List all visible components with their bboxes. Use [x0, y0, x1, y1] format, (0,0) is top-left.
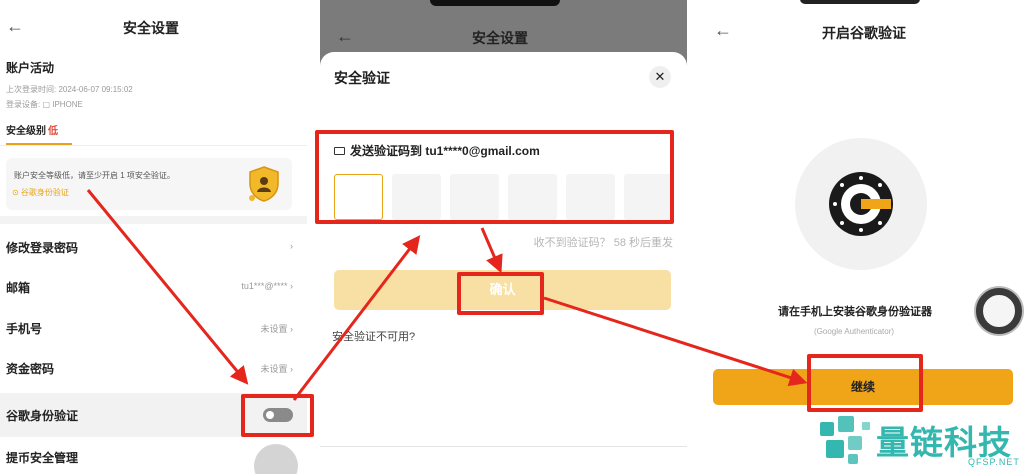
sheet-title: 安全验证: [334, 70, 390, 86]
verification-unavailable-link[interactable]: 安全验证不可用?: [332, 328, 415, 344]
loading-ring-icon: [976, 288, 1022, 334]
verification-screen: ← 安全设置 安全验证 ✕ 发送验证码到 tu1****0@gmail.com …: [320, 0, 687, 474]
verification-sheet: 安全验证 ✕ 发送验证码到 tu1****0@gmail.com 收不到验证码？…: [320, 52, 687, 474]
continue-button[interactable]: 继续: [713, 369, 1013, 405]
page-title: 开启谷歌验证: [822, 25, 906, 41]
back-arrow-icon[interactable]: ←: [336, 26, 354, 47]
send-code-text: 发送验证码到 tu1****0@gmail.com: [350, 144, 540, 158]
otp-digit-1[interactable]: [334, 174, 383, 220]
google-authenticator-icon: [829, 172, 893, 236]
notice-text: 账户安全等级低，请至少开启 1 项安全验证。: [14, 171, 175, 180]
mail-icon: [334, 147, 345, 155]
fund-password-value: 未设置 ›: [260, 364, 294, 374]
row-label: 邮箱: [6, 281, 31, 295]
otp-digit-6[interactable]: [624, 174, 673, 220]
section-gap: [0, 216, 307, 224]
last-login-time: 上次登录时间: 2024-06-07 09:15:02: [6, 85, 133, 94]
security-level-label: 安全级别: [6, 126, 46, 137]
google-auth-toggle[interactable]: [263, 408, 293, 422]
enable-google-auth-screen: ← 开启谷歌验证 请在手机上安装谷歌身份验证器 (Google Authenti…: [700, 0, 1034, 474]
chevron-right-icon: ›: [290, 241, 293, 251]
phone-row[interactable]: 手机号 未设置 ›: [0, 308, 307, 348]
security-settings-screen: ← 安全设置 账户活动 上次登录时间: 2024-06-07 09:15:02 …: [0, 0, 307, 474]
row-label: 资金密码: [6, 362, 55, 376]
resend-countdown[interactable]: 收不到验证码？ 58 秒后重发: [534, 234, 673, 250]
shield-user-icon: [249, 166, 279, 202]
confirm-button[interactable]: 确认: [334, 270, 671, 310]
send-code-line: 发送验证码到 tu1****0@gmail.com: [334, 142, 540, 159]
divider: [0, 145, 307, 146]
otp-digit-4[interactable]: [508, 174, 557, 220]
account-activity-heading: 账户活动: [6, 61, 55, 75]
install-instruction: 请在手机上安装谷歌身份验证器: [778, 306, 932, 318]
login-device: 登录设备: ▢ IPHONE: [6, 100, 83, 109]
page-title: 安全设置: [123, 20, 179, 36]
row-label: 手机号: [6, 322, 43, 336]
google-auth-row[interactable]: 谷歌身份验证: [0, 393, 307, 437]
otp-digit-3[interactable]: [450, 174, 499, 220]
security-level-value: 低: [48, 126, 58, 137]
google-auth-link[interactable]: ⊙ 谷歌身份验证: [12, 187, 69, 198]
otp-digit-5[interactable]: [566, 174, 615, 220]
back-arrow-icon[interactable]: ←: [6, 16, 24, 37]
phone-notch: [800, 0, 920, 4]
background-page-title: 安全设置: [472, 30, 528, 46]
back-arrow-icon[interactable]: ←: [714, 20, 732, 41]
brand-logo-icon: [820, 416, 870, 464]
phone-value: 未设置 ›: [260, 324, 294, 334]
row-label: 修改登录密码: [6, 241, 79, 255]
fund-password-row[interactable]: 资金密码 未设置 ›: [0, 348, 307, 388]
close-icon[interactable]: ✕: [649, 66, 671, 88]
change-login-password-row[interactable]: 修改登录密码 ›: [0, 227, 307, 267]
row-label: 谷歌身份验证: [6, 409, 79, 423]
email-value: tu1***@**** ›: [241, 281, 293, 291]
install-app-name: (Google Authenticator): [814, 327, 895, 336]
divider: [320, 446, 687, 447]
email-row[interactable]: 邮箱 tu1***@**** ›: [0, 267, 307, 307]
brand-url: QFSP.NET: [968, 457, 1020, 467]
phone-notch: [430, 0, 560, 6]
row-label: 提币安全管理: [6, 451, 79, 465]
otp-digit-2[interactable]: [392, 174, 441, 220]
watermark-brand: 量链科技 QFSP.NET: [818, 412, 1034, 474]
